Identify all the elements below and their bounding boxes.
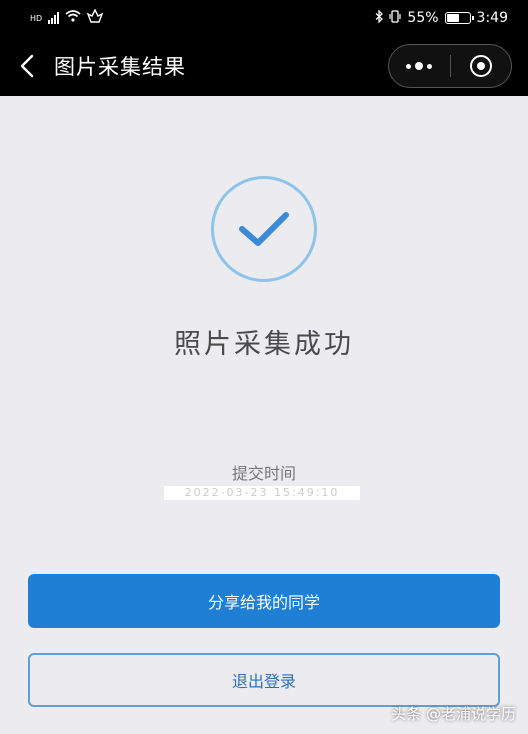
back-button[interactable] <box>0 36 54 96</box>
share-button[interactable]: 分享给我的同学 <box>28 574 500 628</box>
status-right: 55% 3:49 <box>375 8 508 27</box>
more-dots-icon <box>406 62 433 70</box>
more-button[interactable] <box>389 45 450 87</box>
vibrate-icon <box>389 9 402 27</box>
mini-program-capsule <box>388 44 512 88</box>
close-program-button[interactable] <box>451 45 512 87</box>
signal-icon <box>48 12 60 24</box>
chevron-left-icon <box>20 54 34 78</box>
watermark: 头条 @老浦说学历 <box>391 705 516 723</box>
submit-time-label: 提交时间 <box>231 464 296 483</box>
clock: 3:49 <box>476 10 508 26</box>
notification-icon <box>86 8 104 27</box>
nav-bar: 图片采集结果 <box>0 36 528 96</box>
hd-label: HD <box>30 13 43 23</box>
bluetooth-icon <box>375 8 384 27</box>
target-icon <box>469 55 492 77</box>
checkmark-icon <box>239 212 289 246</box>
success-title: 照片采集成功 <box>174 329 354 360</box>
submit-time-value: 2022-03-23 15:49:10 <box>164 486 360 500</box>
logout-button[interactable]: 退出登录 <box>28 653 500 707</box>
status-bar: HD 55% 3:49 <box>0 0 528 36</box>
battery-icon <box>444 12 474 24</box>
status-left: HD <box>30 8 104 27</box>
success-circle <box>211 176 317 282</box>
wifi-icon <box>65 10 81 26</box>
battery-percent: 55% <box>407 10 439 26</box>
page-title: 图片采集结果 <box>54 55 186 79</box>
